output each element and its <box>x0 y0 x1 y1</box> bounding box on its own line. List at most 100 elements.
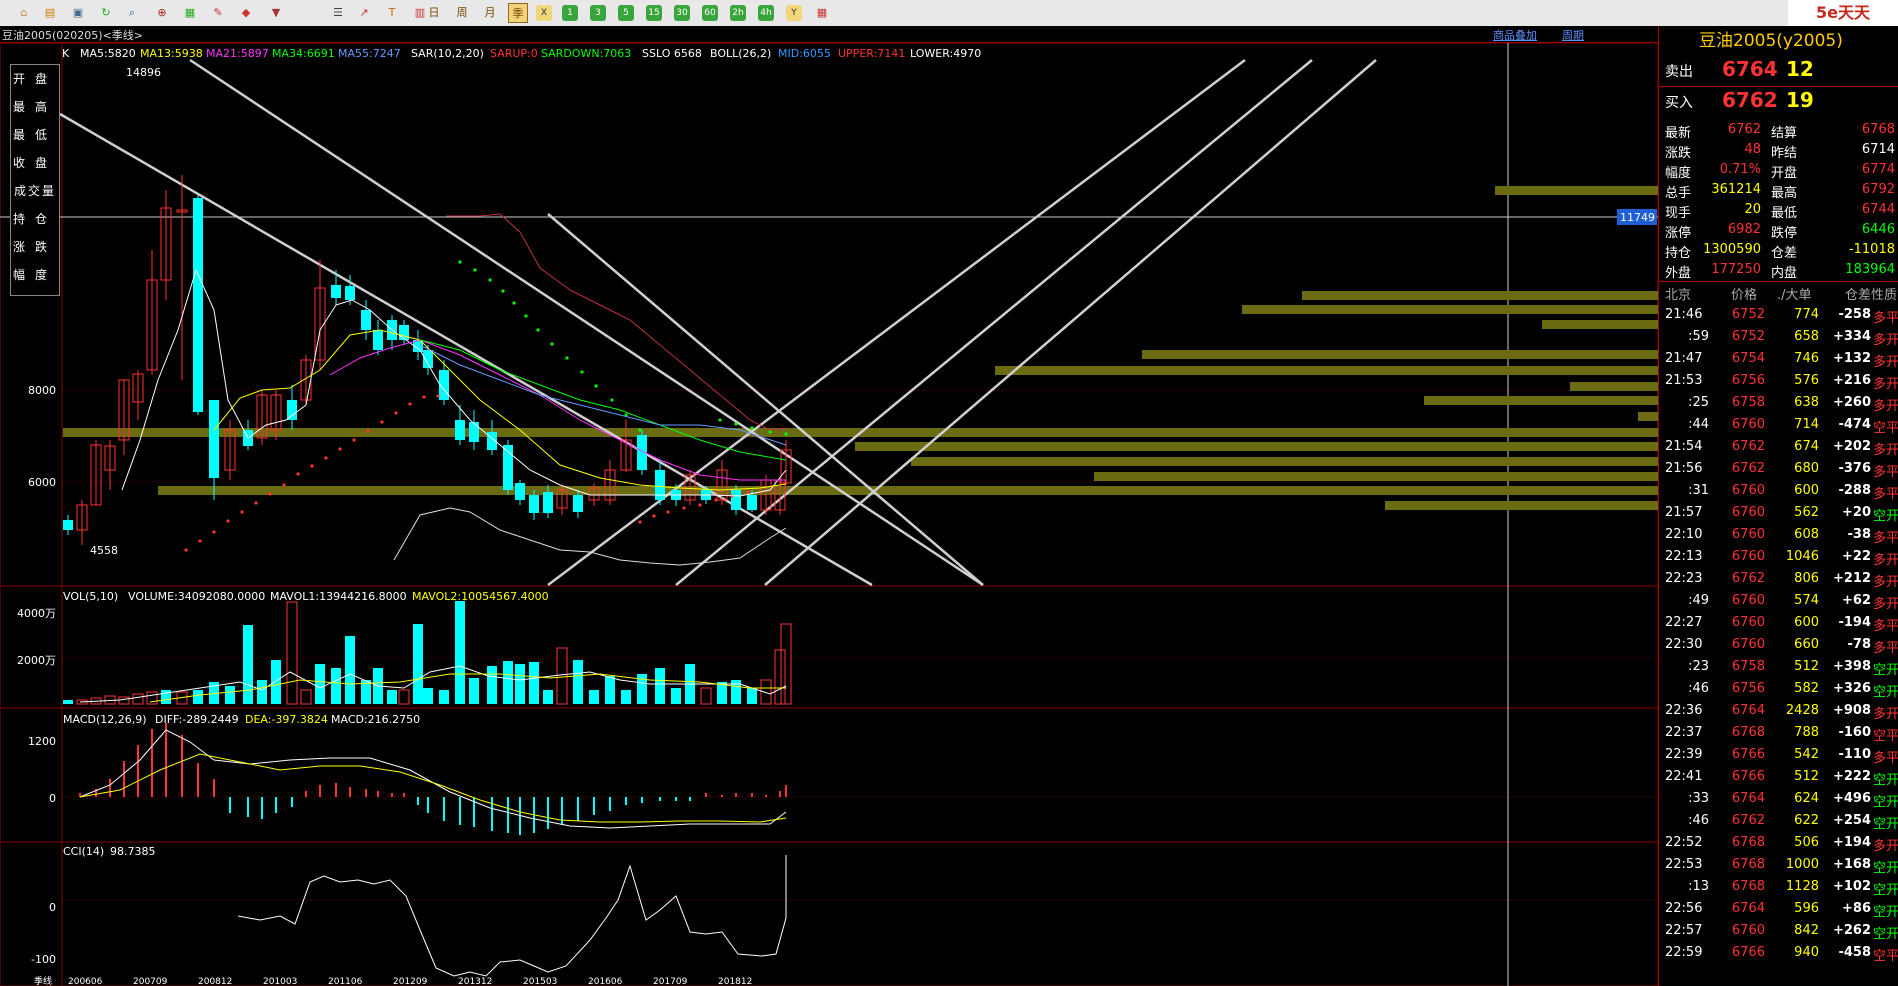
tick-cell: -110 <box>1838 747 1871 762</box>
indicator-mid: MID:6055 <box>778 47 831 60</box>
tick-row[interactable]: 22:57 6760 842 +262 空开 <box>1659 920 1898 942</box>
date-axis-label: 200812 <box>198 977 232 986</box>
quote-stat-row: 现手 20 最低 6744 <box>1659 200 1898 221</box>
tick-cell: 多开 <box>1873 399 1898 414</box>
sell-volume: 12 <box>1786 57 1814 81</box>
sar-dot <box>184 548 188 552</box>
candle-body <box>209 400 219 478</box>
stat-k2: 最高 <box>1771 186 1798 201</box>
tick-cell: 714 <box>1794 417 1819 432</box>
sar-dot <box>226 519 230 523</box>
crosshair-value: 11749 <box>1620 211 1655 224</box>
stat-k1: 持仓 <box>1665 246 1692 261</box>
quote-stat-row: 外盘 177250 内盘 183964 <box>1659 260 1898 281</box>
tick-row[interactable]: 21:54 6762 674 +202 多开 <box>1659 436 1898 458</box>
stat-v2: 6744 <box>1861 202 1895 217</box>
quote-name: 豆油2005(y2005) <box>1699 31 1843 51</box>
quote-stat-row: 幅度 0.71% 开盘 6774 <box>1659 160 1898 181</box>
kline-chart[interactable]: 11749 K MA5:5820 MA13:5938 MA21:5897 MA34:669… <box>0 0 1658 986</box>
candle-body <box>373 330 383 350</box>
tick-cell: :31 <box>1688 483 1709 498</box>
sar-dot <box>652 514 656 518</box>
tick-cell: 空开 <box>1873 817 1898 832</box>
tick-cell: 622 <box>1794 813 1819 828</box>
buy-row[interactable]: 买入 6762 19 <box>1659 86 1898 115</box>
tick-row[interactable]: 21:57 6760 562 +20 空开 <box>1659 502 1898 524</box>
tick-row[interactable]: :59 6752 658 +334 多开 <box>1659 326 1898 348</box>
info-label: 开盘 <box>12 72 57 86</box>
sar-dot <box>436 394 440 398</box>
tick-row[interactable]: 21:53 6756 576 +216 多开 <box>1659 370 1898 392</box>
stat-v1: 1300590 <box>1703 242 1761 257</box>
tick-row[interactable]: 21:56 6762 680 -376 多平 <box>1659 458 1898 480</box>
indicator-ma34: MA34:6691 <box>272 47 335 60</box>
vol-axis-label: 2000万 <box>17 654 56 667</box>
tick-row[interactable]: 22:39 6766 542 -110 多平 <box>1659 744 1898 766</box>
tick-row[interactable]: 22:27 6760 600 -194 多平 <box>1659 612 1898 634</box>
date-axis-label: 201606 <box>588 977 623 986</box>
volume-bar <box>780 623 792 705</box>
tick-cell: 6762 <box>1731 461 1765 476</box>
tick-cell: 6756 <box>1731 373 1765 388</box>
tick-cell: 574 <box>1794 593 1819 608</box>
tick-cell: -38 <box>1847 527 1872 542</box>
tick-row[interactable]: :23 6758 512 +398 空开 <box>1659 656 1898 678</box>
candle-body <box>455 420 465 440</box>
info-label: 幅度 <box>12 268 57 282</box>
volume-bar <box>271 660 281 704</box>
date-axis-label: 201209 <box>393 977 428 986</box>
tick-cell: 6766 <box>1731 747 1765 762</box>
volume-bar <box>621 690 631 704</box>
tick-row[interactable]: :49 6760 574 +62 多开 <box>1659 590 1898 612</box>
tick-row[interactable]: :33 6764 624 +496 空开 <box>1659 788 1898 810</box>
tick-row[interactable]: :31 6760 600 -288 多平 <box>1659 480 1898 502</box>
tick-row[interactable]: 22:41 6766 512 +222 空开 <box>1659 766 1898 788</box>
volume-profile-bar <box>1242 305 1658 314</box>
tick-row[interactable]: 21:47 6754 746 +132 多开 <box>1659 348 1898 370</box>
tick-cell: 22:53 <box>1665 857 1703 872</box>
stat-k1: 涨停 <box>1665 226 1692 241</box>
tick-row[interactable]: 22:36 6764 2428 +908 多开 <box>1659 700 1898 722</box>
tick-cell: 6760 <box>1731 593 1765 608</box>
tick-cell: 22:27 <box>1665 615 1703 630</box>
tick-row[interactable]: 22:37 6768 788 -160 空平 <box>1659 722 1898 744</box>
tick-cell: 21:46 <box>1665 307 1703 322</box>
stat-v2: 6768 <box>1861 122 1895 137</box>
price-high-label: 14896 <box>126 66 161 79</box>
indicator-ma13: MA13:5938 <box>140 47 203 60</box>
tick-header-cell: ./大单 <box>1777 288 1812 303</box>
tick-row[interactable]: :13 6768 1128 +102 空开 <box>1659 876 1898 898</box>
tick-cell: 22:36 <box>1665 703 1703 718</box>
tick-cell: 多开 <box>1873 333 1898 348</box>
tick-row[interactable]: :46 6756 582 +326 空开 <box>1659 678 1898 700</box>
tick-cell: 506 <box>1794 835 1819 850</box>
tick-row[interactable]: 22:53 6768 1000 +168 空开 <box>1659 854 1898 876</box>
boll-lower-line <box>393 507 787 566</box>
volume-bar <box>455 601 465 704</box>
tick-row[interactable]: :44 6760 714 -474 空平 <box>1659 414 1898 436</box>
info-label: 涨跌 <box>12 240 57 254</box>
tick-cell: 6762 <box>1731 439 1765 454</box>
tick-row[interactable]: :25 6758 638 +260 多开 <box>1659 392 1898 414</box>
tick-cell: 6768 <box>1731 879 1765 894</box>
quote-stat-row: 总手 361214 最高 6792 <box>1659 180 1898 201</box>
tick-row[interactable]: 22:56 6764 596 +86 空开 <box>1659 898 1898 920</box>
vol-axis-label: 4000万 <box>17 607 56 620</box>
tick-cell: 空开 <box>1873 861 1898 876</box>
tick-cell: 多平 <box>1873 531 1898 546</box>
tick-row[interactable]: 22:13 6760 1046 +22 多开 <box>1659 546 1898 568</box>
vol-mavol1: MAVOL1:13944216.8000 <box>270 590 407 603</box>
tick-cell: 6760 <box>1731 417 1765 432</box>
tick-row[interactable]: 22:10 6760 608 -38 多平 <box>1659 524 1898 546</box>
tick-row[interactable]: 22:23 6762 806 +212 多开 <box>1659 568 1898 590</box>
tick-row[interactable]: 22:30 6760 660 -78 多平 <box>1659 634 1898 656</box>
tick-cell: +102 <box>1832 879 1871 894</box>
tick-cell: :49 <box>1688 593 1709 608</box>
tick-row[interactable]: 22:59 6766 940 -458 空平 <box>1659 942 1898 964</box>
macd-value: MACD:216.2750 <box>331 713 420 726</box>
tick-row[interactable]: :46 6762 622 +254 空开 <box>1659 810 1898 832</box>
tick-row[interactable]: 21:46 6752 774 -258 多平 <box>1659 304 1898 326</box>
volume-profile-bar <box>1542 320 1658 329</box>
tick-row[interactable]: 22:52 6768 506 +194 多开 <box>1659 832 1898 854</box>
sell-row[interactable]: 卖出 6764 12 <box>1659 56 1898 84</box>
